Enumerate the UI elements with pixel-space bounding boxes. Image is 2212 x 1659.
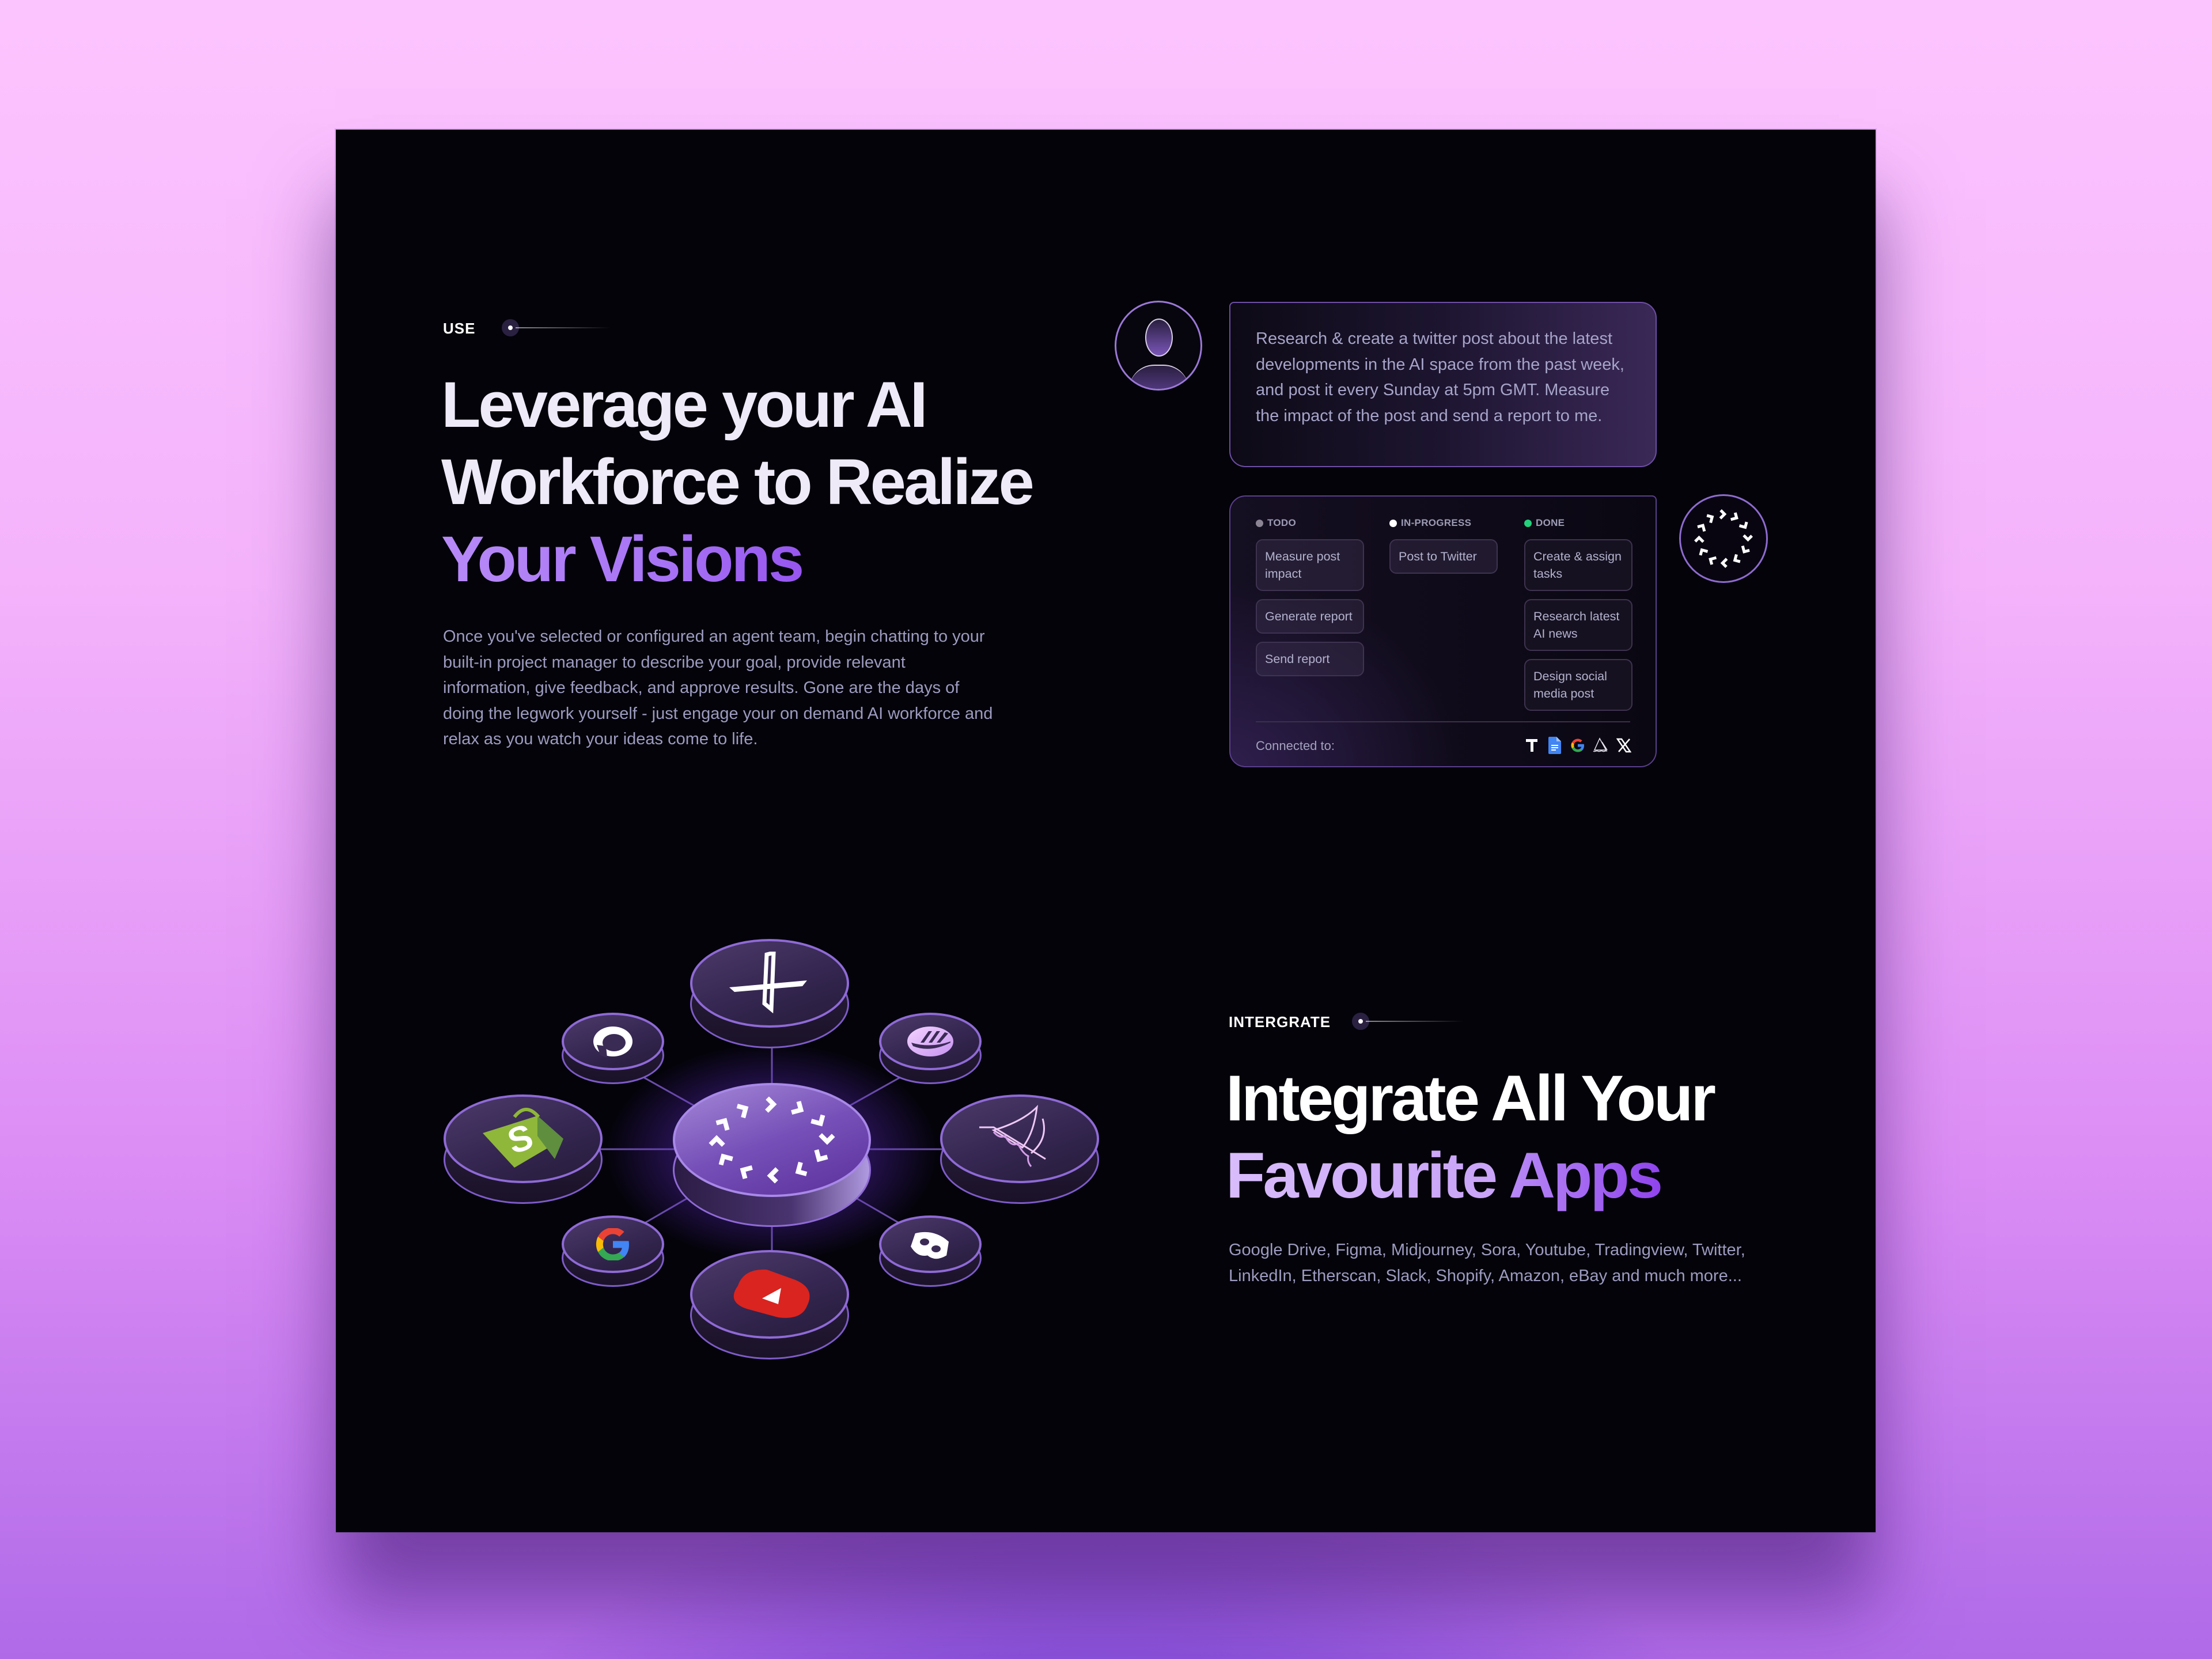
eyebrow-line	[1366, 1021, 1464, 1022]
status-dot-icon	[1389, 519, 1397, 527]
spinner-segment	[767, 1167, 779, 1184]
spinner-segment	[736, 1104, 749, 1119]
column-label: TODO	[1267, 517, 1297, 528]
task-card[interactable]: Generate report	[1256, 599, 1364, 634]
kanban-column-todo: TODO Measure post impact Generate report…	[1256, 516, 1364, 676]
app-coin-youtube[interactable]	[690, 1250, 849, 1359]
kanban-column-in-progress: IN-PROGRESS Post to Twitter	[1389, 516, 1498, 574]
divider	[1256, 721, 1630, 722]
spinner-segment	[810, 1114, 825, 1127]
status-dot-icon	[1524, 519, 1532, 527]
spinner-segment	[1697, 524, 1706, 532]
connected-apps	[1523, 736, 1633, 755]
x-icon	[1615, 736, 1633, 755]
column-label: IN-PROGRESS	[1401, 517, 1472, 528]
task-card[interactable]: Research latest AI news	[1524, 599, 1633, 651]
google-docs-icon	[1546, 736, 1563, 755]
app-coin-google[interactable]	[562, 1215, 664, 1287]
spinner-segment	[740, 1165, 753, 1179]
kanban-board: TODO Measure post impact Generate report…	[1229, 495, 1657, 767]
app-coin-midjourney[interactable]	[940, 1094, 1099, 1204]
task-card[interactable]: Send report	[1256, 642, 1364, 676]
task-card[interactable]: Post to Twitter	[1389, 539, 1498, 574]
x-icon	[729, 952, 807, 1014]
spinner-segment	[795, 1161, 808, 1176]
use-headline: Leverage your AI Workforce to Realize Yo…	[441, 366, 1035, 598]
google-icon	[1569, 736, 1586, 755]
spinner-segment	[765, 1096, 777, 1113]
spinner-segment	[814, 1149, 828, 1162]
spinner-segment	[1709, 556, 1717, 565]
headline-line-2: Workforce to Realize	[441, 446, 1035, 518]
connected-label: Connected to:	[1256, 738, 1335, 753]
spinner-segment	[1694, 535, 1705, 543]
midjourney-icon	[1592, 736, 1609, 755]
app-coin-github[interactable]	[562, 1013, 664, 1084]
spinner-glyph	[1694, 509, 1753, 568]
status-dot-icon	[1256, 519, 1263, 527]
kanban-column-done: DONE Create & assign tasks Research late…	[1524, 516, 1633, 711]
user-avatar-icon	[1115, 301, 1202, 391]
task-card[interactable]: Create & assign tasks	[1524, 539, 1633, 591]
discord-icon	[911, 1232, 949, 1259]
app-coin-agent-hub[interactable]	[673, 1083, 871, 1227]
spinner-segment	[1719, 509, 1727, 520]
integrations-diagram: S	[438, 927, 1106, 1365]
app-coin-pocketbase[interactable]	[879, 1013, 982, 1084]
app-coin-shopify[interactable]: S	[444, 1094, 603, 1204]
spinner-segment	[1730, 512, 1738, 521]
eyebrow-line	[516, 327, 611, 328]
task-card[interactable]: Design social media post	[1524, 659, 1633, 711]
spinner-segment	[791, 1101, 804, 1115]
chat-message-text: Research & create a twitter post about t…	[1256, 329, 1624, 425]
headline-accent-apps: Apps	[1509, 1139, 1663, 1211]
headline-accent: Your Visions	[441, 523, 804, 595]
github-icon	[593, 1027, 632, 1058]
spinner-segment	[819, 1133, 835, 1145]
headline-line-1: Leverage your AI	[441, 369, 928, 441]
headline-line-1: Integrate All Your	[1226, 1062, 1716, 1134]
spinner-segment	[709, 1135, 725, 1147]
integrate-headline: Integrate All Your Favourite Apps	[1226, 1060, 1716, 1214]
app-coin-x[interactable]	[690, 939, 849, 1048]
youtube-icon	[733, 1269, 810, 1318]
spinner-segment	[715, 1118, 730, 1131]
app-logo-icon	[907, 1027, 953, 1056]
integrate-description: Google Drive, Figma, Midjourney, Sora, Y…	[1229, 1241, 1745, 1285]
spinner-segment	[1743, 534, 1753, 542]
agent-spinner-icon	[709, 1096, 835, 1184]
spinner-segment	[1741, 545, 1750, 554]
integrate-eyebrow: INTERGRATE	[1229, 1013, 1331, 1031]
task-card[interactable]: Measure post impact	[1256, 539, 1364, 591]
typefully-icon	[1523, 736, 1540, 755]
spinner-segment	[1720, 558, 1728, 568]
use-eyebrow: USE	[443, 320, 476, 337]
column-label: DONE	[1536, 517, 1565, 528]
spinner-segment	[1738, 521, 1748, 529]
spinner-segment	[1706, 514, 1714, 524]
use-description: Once you've selected or configured an ag…	[443, 627, 993, 748]
spinner-segment	[1733, 554, 1741, 563]
headline-accent: Favourite	[1226, 1139, 1509, 1211]
app-coin-discord[interactable]	[879, 1215, 982, 1287]
spinner-segment	[1699, 548, 1709, 556]
google-icon	[596, 1228, 629, 1260]
shopify-icon: S	[483, 1108, 563, 1168]
midjourney-icon	[979, 1104, 1046, 1167]
agent-spinner-icon	[1679, 494, 1768, 583]
spinner-segment	[718, 1153, 733, 1166]
chat-message-bubble: Research & create a twitter post about t…	[1229, 302, 1657, 467]
